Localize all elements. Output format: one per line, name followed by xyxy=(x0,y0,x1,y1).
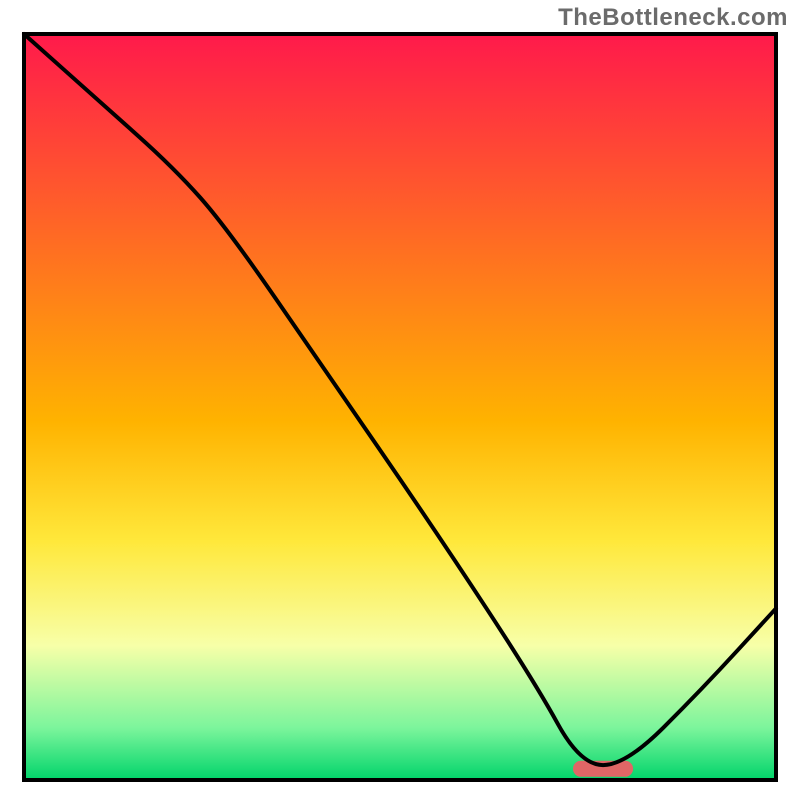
chart-container: TheBottleneck.com xyxy=(0,0,800,800)
bottleneck-chart xyxy=(0,0,800,800)
plot-background xyxy=(24,34,776,780)
